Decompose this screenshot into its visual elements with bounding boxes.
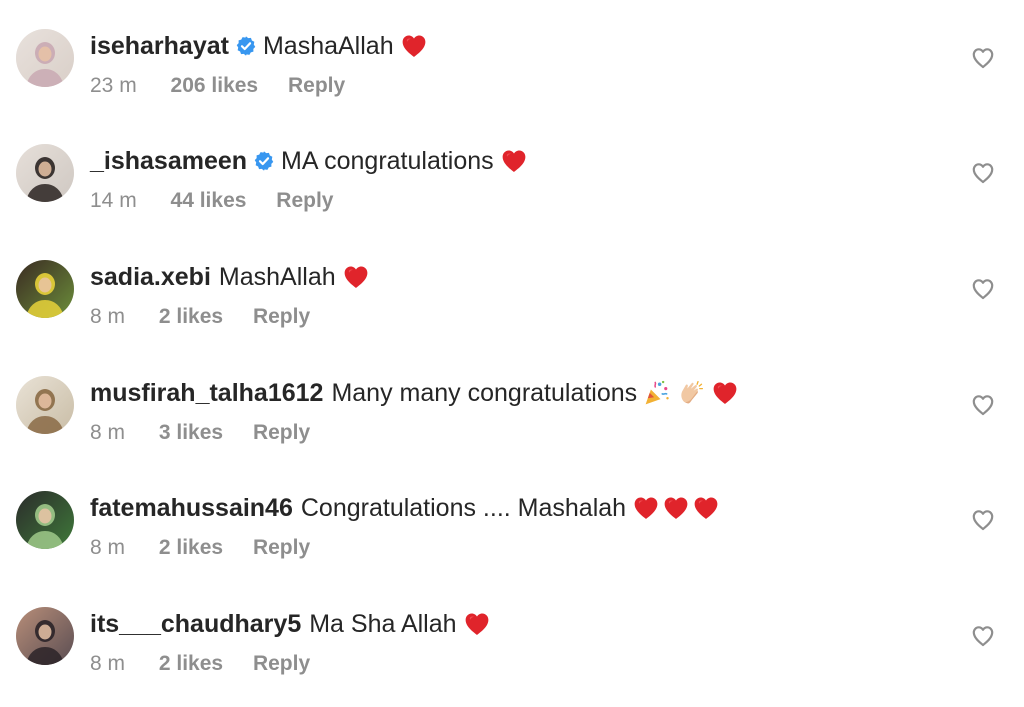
comment-text: Many many congratulations [331,379,638,407]
like-count-button[interactable]: 44 likes [171,186,247,216]
comment-meta: 23 m 206 likes Reply [90,71,345,101]
clapping-hands-emoji [677,379,705,407]
comment-timestamp: 23 m [90,74,137,97]
verified-badge-icon [253,150,275,172]
avatar[interactable] [16,29,74,87]
red-heart-emoji [500,147,528,175]
like-heart-icon[interactable] [970,392,996,418]
like-count-button[interactable]: 3 likes [159,418,223,448]
reply-button[interactable]: Reply [288,71,345,101]
comment-body: musfirah_talha1612 Many many congratulat… [90,376,739,410]
comment-meta: 8 m 2 likes Reply [90,302,310,332]
red-heart-emoji [692,494,720,522]
comment-text: MA congratulations [281,147,494,175]
reply-button[interactable]: Reply [253,302,310,332]
red-heart-emoji [342,263,370,291]
like-heart-icon[interactable] [970,507,996,533]
comment-meta: 8 m 2 likes Reply [90,649,310,679]
username-link[interactable]: _ishasameen [90,144,247,178]
comment-item: iseharhayat MashaAllah 23 m 206 likes Re… [0,29,1024,129]
comment-meta: 8 m 3 likes Reply [90,418,310,448]
comment-body: fatemahussain46 Congratulations .... Mas… [90,491,720,525]
comment-timestamp: 14 m [90,189,137,212]
reply-button[interactable]: Reply [253,649,310,679]
red-heart-emoji [662,494,690,522]
like-count-button[interactable]: 2 likes [159,533,223,563]
red-heart-emoji [632,494,660,522]
comment-timestamp: 8 m [90,652,126,675]
verified-badge-icon [235,35,257,57]
comment-meta: 8 m 2 likes Reply [90,533,310,563]
comment-text: Congratulations .... Mashalah [300,494,627,522]
comment-body: _ishasameen MA congratulations [90,144,528,178]
party-popper-emoji [643,379,671,407]
username-link[interactable]: iseharhayat [90,29,229,63]
username-link[interactable]: fatemahussain46 [90,491,293,525]
red-heart-emoji [711,379,739,407]
username-link[interactable]: sadia.xebi [90,260,211,294]
comment-item: its___chaudhary5 Ma Sha Allah 8 m 2 like… [0,607,1024,707]
comment-body: iseharhayat MashaAllah [90,29,428,63]
reply-button[interactable]: Reply [253,418,310,448]
avatar[interactable] [16,376,74,434]
comment-item: musfirah_talha1612 Many many congratulat… [0,376,1024,476]
comment-body: its___chaudhary5 Ma Sha Allah [90,607,491,641]
comment-timestamp: 8 m [90,305,126,328]
comment-text: Ma Sha Allah [309,610,457,638]
like-count-button[interactable]: 2 likes [159,649,223,679]
avatar[interactable] [16,491,74,549]
avatar[interactable] [16,607,74,665]
comment-body: sadia.xebi MashAllah [90,260,370,294]
comment-item: sadia.xebi MashAllah 8 m 2 likes Reply [0,260,1024,360]
like-heart-icon[interactable] [970,276,996,302]
comment-item: fatemahussain46 Congratulations .... Mas… [0,491,1024,591]
red-heart-emoji [463,610,491,638]
like-heart-icon[interactable] [970,623,996,649]
comment-text: MashaAllah [262,32,394,60]
avatar[interactable] [16,144,74,202]
comment-item: _ishasameen MA congratulations 14 m 44 l… [0,144,1024,244]
username-link[interactable]: musfirah_talha1612 [90,376,323,410]
avatar[interactable] [16,260,74,318]
like-heart-icon[interactable] [970,160,996,186]
reply-button[interactable]: Reply [276,186,333,216]
comment-text: MashAllah [218,263,336,291]
comments-list: iseharhayat MashaAllah 23 m 206 likes Re… [0,0,1024,703]
comment-timestamp: 8 m [90,536,126,559]
red-heart-emoji [400,32,428,60]
like-count-button[interactable]: 2 likes [159,302,223,332]
comment-meta: 14 m 44 likes Reply [90,186,333,216]
like-count-button[interactable]: 206 likes [171,71,259,101]
reply-button[interactable]: Reply [253,533,310,563]
like-heart-icon[interactable] [970,45,996,71]
username-link[interactable]: its___chaudhary5 [90,607,301,641]
comment-timestamp: 8 m [90,421,126,444]
